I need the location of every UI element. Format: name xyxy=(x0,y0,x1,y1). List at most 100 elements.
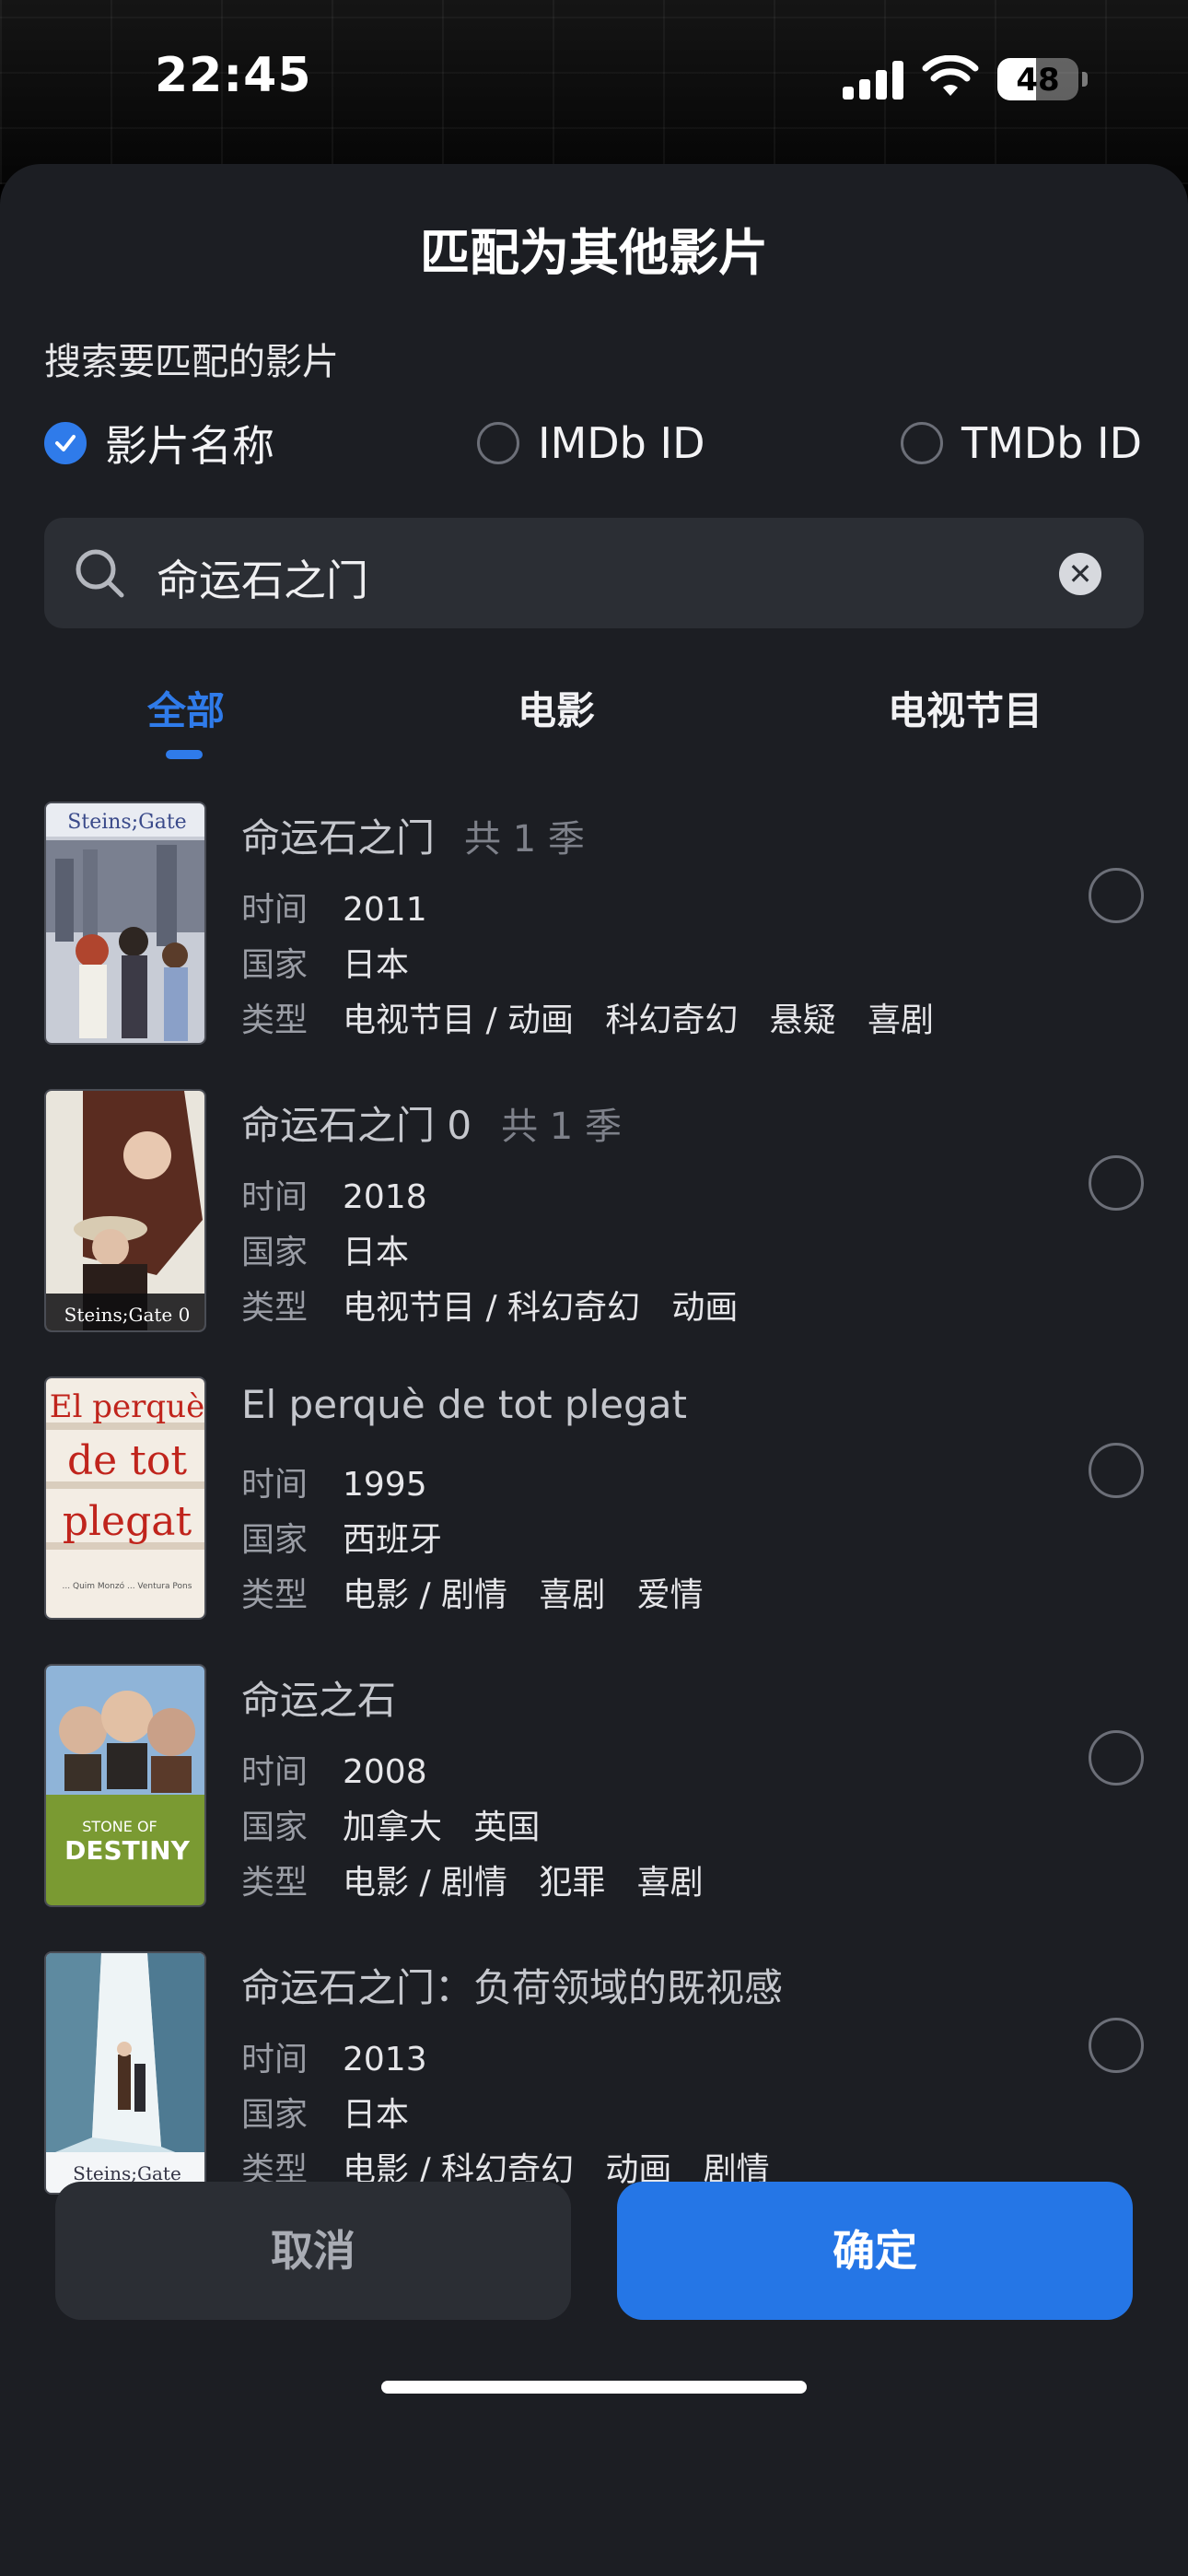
result-genre: 类型 电视节目 / 动画 科幻奇幻 悬疑 喜剧 xyxy=(241,993,934,1041)
result-year: 时间 2018 xyxy=(241,1170,427,1218)
search-value: 命运石之门 xyxy=(157,556,368,605)
value-year: 2013 xyxy=(343,2041,427,2078)
label-time: 时间 xyxy=(241,1466,309,1504)
result-country: 国家 日本 xyxy=(241,938,409,986)
result-seasons: 共 1 季 xyxy=(464,818,585,861)
svg-text:de tot: de tot xyxy=(67,1437,187,1484)
result-genre: 类型 电影 / 剧情 犯罪 喜剧 xyxy=(241,1856,704,1903)
poster-image: STONE OF DESTINY xyxy=(44,1664,206,1907)
value-genre: 电视节目 / 科幻奇幻 动画 xyxy=(343,1289,739,1327)
label-country: 国家 xyxy=(241,946,309,984)
battery-percent: 48 xyxy=(1016,62,1060,99)
label-time: 时间 xyxy=(241,1178,309,1216)
value-year: 2011 xyxy=(343,891,427,929)
result-country: 国家 西班牙 xyxy=(241,1513,442,1561)
value-genre: 电视节目 / 动画 科幻奇幻 悬疑 喜剧 xyxy=(343,1001,935,1039)
value-country: 日本 xyxy=(343,946,410,984)
list-item[interactable]: Steins;Gate 命运石之门共 1 季 时间 2011 国家 日本 类型 电视节… xyxy=(0,798,1188,1085)
clear-icon[interactable]: ✕ xyxy=(1059,553,1101,595)
search-subtitle: 搜索要匹配的影片 xyxy=(44,341,339,383)
poster-title-text: DESTINY xyxy=(64,1835,190,1866)
poster-image: Steins;Gate xyxy=(44,802,206,1045)
search-icon xyxy=(76,549,124,598)
result-title: El perquè de tot plegat xyxy=(241,1382,687,1427)
svg-text:STONE OF: STONE OF xyxy=(82,1818,157,1835)
svg-text:El perquè: El perquè xyxy=(50,1388,204,1425)
value-year: 1995 xyxy=(343,1466,427,1504)
tab-indicator xyxy=(166,750,203,759)
cancel-button[interactable]: 取消 xyxy=(55,2182,571,2320)
select-radio[interactable] xyxy=(1089,1155,1144,1211)
tab-all[interactable]: 全部 xyxy=(147,680,225,736)
cellular-signal-icon xyxy=(843,59,903,100)
result-title: 命运石之门 0 共 1 季 xyxy=(241,1095,622,1151)
result-country: 国家 日本 xyxy=(241,1225,409,1273)
radio-tmdb-id[interactable]: TMDb ID xyxy=(901,417,1142,469)
select-radio[interactable] xyxy=(1089,1443,1144,1498)
select-radio[interactable] xyxy=(1089,1730,1144,1786)
result-year: 时间 2011 xyxy=(241,883,427,931)
result-title: 命运石之门共 1 季 xyxy=(241,807,585,863)
value-country: 日本 xyxy=(343,2096,410,2134)
select-radio[interactable] xyxy=(1089,2018,1144,2073)
dialog-title: 匹配为其他影片 xyxy=(420,224,768,282)
radio-imdb-id[interactable]: IMDb ID xyxy=(477,417,705,469)
status-bar: 22:45 48 xyxy=(0,0,1188,161)
result-title: 命运石之门：负荷领域的既视感 xyxy=(241,1957,783,2013)
label-genre: 类型 xyxy=(241,1289,309,1327)
poster-image: Steins;Gate xyxy=(44,1951,206,2195)
result-country: 国家 日本 xyxy=(241,2088,409,2136)
result-year: 时间 2008 xyxy=(241,1745,427,1793)
result-title-text: 命运石之门：负荷领域的既视感 xyxy=(241,1965,784,2010)
list-item[interactable]: El perquè de tot plegat ... Quim Monzó .… xyxy=(0,1373,1188,1660)
value-country: 加拿大 英国 xyxy=(343,1809,541,1846)
label-time: 时间 xyxy=(241,891,309,929)
value-country: 西班牙 xyxy=(343,1521,443,1559)
result-year: 时间 1995 xyxy=(241,1458,427,1505)
radio-movie-name[interactable]: 影片名称 xyxy=(44,417,274,471)
result-year: 时间 2013 xyxy=(241,2032,427,2080)
label-country: 国家 xyxy=(241,1809,309,1846)
svg-text:plegat: plegat xyxy=(63,1498,192,1545)
result-title-text: 命运石之门 0 xyxy=(241,1103,472,1148)
radio-label-imdb: IMDb ID xyxy=(538,418,705,468)
result-title-text: 命运石之门 xyxy=(241,815,436,861)
poster-image: El perquè de tot plegat ... Quim Monzó .… xyxy=(44,1376,206,1620)
value-year: 2018 xyxy=(343,1178,427,1216)
battery-icon: 48 xyxy=(997,58,1088,100)
result-title-text: 命运之石 xyxy=(241,1678,397,1723)
value-genre: 电影 / 剧情 喜剧 爱情 xyxy=(343,1576,704,1614)
label-country: 国家 xyxy=(241,1234,309,1271)
poster-title-text: Steins;Gate 0 xyxy=(64,1304,191,1326)
value-country: 日本 xyxy=(343,1234,410,1271)
label-time: 时间 xyxy=(241,1753,309,1791)
label-country: 国家 xyxy=(241,2096,309,2134)
label-country: 国家 xyxy=(241,1521,309,1559)
label-genre: 类型 xyxy=(241,1001,309,1039)
result-seasons: 共 1 季 xyxy=(501,1106,622,1148)
poster-title-text: Steins;Gate xyxy=(67,811,186,834)
search-input[interactable]: 命运石之门 ✕ xyxy=(44,518,1144,628)
radio-circle-icon xyxy=(477,422,519,464)
home-indicator[interactable] xyxy=(381,2381,807,2394)
poster-image: Steins;Gate 0 xyxy=(44,1089,206,1332)
label-genre: 类型 xyxy=(241,1576,309,1614)
result-country: 国家 加拿大 英国 xyxy=(241,1800,540,1848)
checkmark-icon xyxy=(44,422,87,464)
tab-tv-shows[interactable]: 电视节目 xyxy=(888,680,1042,736)
radio-label-movie-name: 影片名称 xyxy=(105,421,274,471)
value-year: 2008 xyxy=(343,1753,427,1791)
confirm-button[interactable]: 确定 xyxy=(617,2182,1133,2320)
result-genre: 类型 电视节目 / 科幻奇幻 动画 xyxy=(241,1281,738,1329)
result-title-text: El perquè de tot plegat xyxy=(241,1382,687,1427)
tab-movies[interactable]: 电影 xyxy=(518,680,595,736)
value-genre: 电影 / 剧情 犯罪 喜剧 xyxy=(343,1864,704,1902)
label-time: 时间 xyxy=(241,2041,309,2078)
select-radio[interactable] xyxy=(1089,868,1144,923)
list-item[interactable]: STONE OF DESTINY 命运之石 时间 2008 国家 加拿大 英国 类型… xyxy=(0,1660,1188,1948)
svg-text:... Quim Monzó ... Ventura Pon: ... Quim Monzó ... Ventura Pons xyxy=(63,1581,192,1591)
list-item[interactable]: Steins;Gate 0 命运石之门 0 共 1 季 时间 2018 国家 日本 类… xyxy=(0,1085,1188,1373)
wifi-icon xyxy=(922,55,979,96)
result-title: 命运之石 xyxy=(241,1669,396,1726)
radio-circle-icon xyxy=(901,422,943,464)
